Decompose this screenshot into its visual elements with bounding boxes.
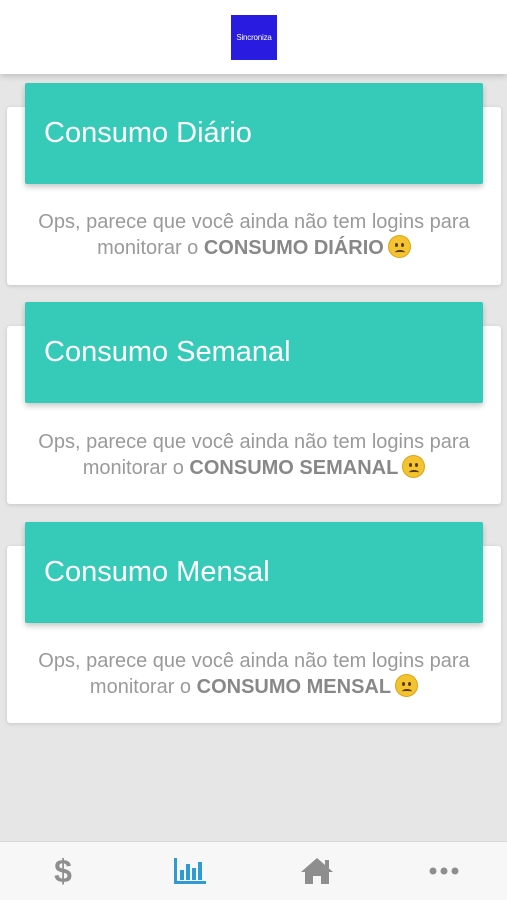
sad-face-icon [395,674,419,697]
card-title: Consumo Semanal [44,336,291,368]
daily-empty-message: Ops, parece que você ainda não tem login… [7,210,501,261]
message-strong: CONSUMO MENSAL [196,676,392,698]
top-header: Sincroniza [0,0,507,74]
logo-text: Sincroniza [236,33,272,42]
message-line-1: Ops, parece que você ainda não tem login… [38,211,470,233]
card-title: Consumo Mensal [44,556,270,588]
bottom-nav: $ [0,841,507,900]
message-prefix: monitorar o [89,676,192,698]
svg-text:$: $ [54,854,72,888]
monthly-consumption-header: Consumo Mensal [25,522,483,623]
sad-face-icon [402,455,426,478]
message-line-2: monitorar o CONSUMO SEMANAL [7,455,501,481]
message-prefix: monitorar o [82,457,184,479]
message-prefix: monitorar o [97,237,199,259]
message-line-1: Ops, parece que você ainda não tem login… [38,431,470,453]
nav-more[interactable] [380,842,507,900]
more-icon [429,867,459,875]
nav-home[interactable] [254,842,381,900]
message-line-1: Ops, parece que você ainda não tem login… [38,650,470,672]
message-strong: CONSUMO SEMANAL [189,457,399,479]
sincroniza-logo[interactable]: Sincroniza [231,15,277,60]
message-line-2: monitorar o CONSUMO DIÁRIO [7,235,501,261]
weekly-consumption-header: Consumo Semanal [25,302,483,403]
nav-finance[interactable]: $ [0,842,127,900]
card-title: Consumo Diário [44,117,252,149]
weekly-empty-message: Ops, parece que você ainda não tem login… [7,430,501,481]
home-icon [300,858,333,884]
nav-consumption[interactable] [127,842,254,900]
message-line-2: monitorar o CONSUMO MENSAL [7,674,501,700]
daily-consumption-header: Consumo Diário [25,83,483,184]
monthly-empty-message: Ops, parece que você ainda não tem login… [7,649,501,700]
message-strong: CONSUMO DIÁRIO [203,237,384,259]
sad-face-icon [387,235,411,258]
dollar-icon: $ [54,854,72,888]
bar-chart-icon [174,858,207,884]
app-screen: Sincroniza Consumo Diário Ops, parece qu… [0,0,507,900]
